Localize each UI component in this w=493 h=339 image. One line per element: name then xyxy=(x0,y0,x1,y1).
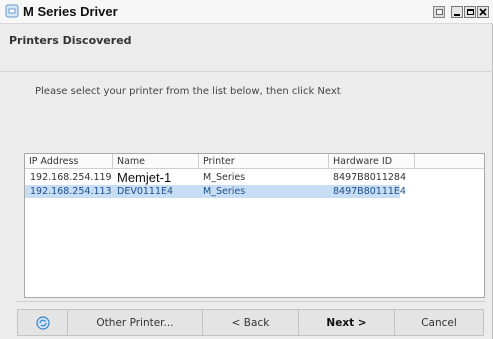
table-row[interactable]: 192.168.254.119 Memjet-1 M_Series 8497B8… xyxy=(25,170,406,185)
help-button[interactable] xyxy=(18,310,68,335)
instruction-text: Please select your printer from the list… xyxy=(35,86,341,97)
next-button[interactable]: Next > xyxy=(299,310,395,335)
footer-divider xyxy=(15,301,485,302)
list-header: IP Address Name Printer Hardware ID xyxy=(25,154,484,169)
cell-name: Memjet-1 xyxy=(117,170,172,185)
cell-printer: M_Series xyxy=(203,172,246,183)
column-header-name[interactable]: Name xyxy=(113,154,199,169)
cell-printer: M_Series xyxy=(203,186,246,197)
close-icon xyxy=(479,8,487,16)
column-header-ip-address[interactable]: IP Address xyxy=(25,154,113,169)
m-series-driver-window: M Series Driver Printers Discovered Plea… xyxy=(0,0,493,339)
cell-ip: 192.168.254.113 xyxy=(30,186,112,197)
title-bar[interactable]: M Series Driver xyxy=(0,0,493,24)
close-button[interactable] xyxy=(477,6,489,18)
cell-ip: 192.168.254.119 xyxy=(30,172,112,183)
back-button[interactable]: < Back xyxy=(203,310,299,335)
footer-gutter xyxy=(0,299,16,339)
table-row-selected[interactable]: 192.168.254.113 DEV0111E4 M_Series 8497B… xyxy=(25,185,406,198)
header-divider xyxy=(0,71,493,72)
minimize-button[interactable] xyxy=(451,6,463,18)
maximize-button[interactable] xyxy=(464,6,476,18)
column-header-hardware-id[interactable]: Hardware ID xyxy=(329,154,415,169)
cancel-button[interactable]: Cancel xyxy=(395,310,483,335)
cell-name: DEV0111E4 xyxy=(117,186,174,197)
cell-hardware-id: 8497B8011284 xyxy=(333,172,407,183)
refresh-help-icon xyxy=(35,315,50,330)
restore-icon[interactable] xyxy=(433,6,445,18)
button-bar: Other Printer... < Back Next > Cancel xyxy=(17,309,484,336)
window-title: M Series Driver xyxy=(23,4,118,19)
column-header-blank xyxy=(415,154,486,169)
cell-hardware-id: 8497B80111E4 xyxy=(333,186,406,197)
other-printer-button[interactable]: Other Printer... xyxy=(68,310,203,335)
page-title: Printers Discovered xyxy=(9,34,132,47)
printer-app-icon xyxy=(5,4,19,18)
column-header-printer[interactable]: Printer xyxy=(199,154,329,169)
printer-list[interactable]: IP Address Name Printer Hardware ID 192.… xyxy=(24,153,485,298)
